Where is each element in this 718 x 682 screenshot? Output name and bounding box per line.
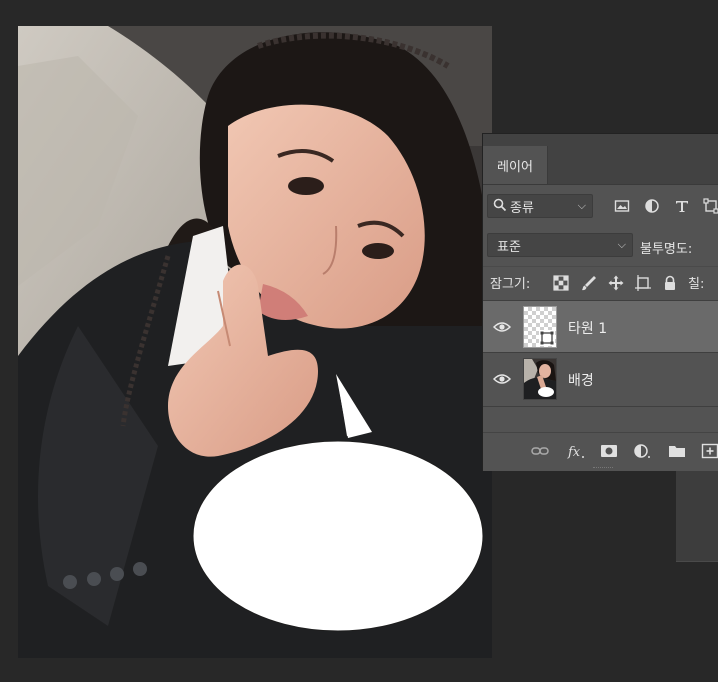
- layer-filter-row: 종류 ⌵: [483, 192, 718, 220]
- layer-name[interactable]: 배경: [568, 370, 594, 390]
- layer-row-ellipse[interactable]: 타원 1: [483, 300, 718, 352]
- lock-transparent-pixels-icon[interactable]: [553, 275, 569, 291]
- add-mask-icon[interactable]: [600, 443, 618, 459]
- layers-panel: 레이어 종류 ⌵ 표준 ⌵ 불투명도: 잠그기: 칠: 타원 1 배경 fx: [482, 133, 718, 471]
- opacity-label: 불투명도:: [640, 242, 693, 257]
- search-icon: [493, 198, 507, 212]
- layers-panel-footer: fx: [483, 432, 718, 469]
- lock-artboard-icon[interactable]: [635, 275, 651, 291]
- svg-text:fx: fx: [567, 445, 581, 459]
- layer-name[interactable]: 타원 1: [568, 318, 607, 338]
- lock-row: 잠그기: 칠:: [483, 266, 718, 295]
- new-layer-icon[interactable]: [701, 443, 718, 459]
- fx-icon[interactable]: fx: [567, 443, 585, 459]
- group-folder-icon[interactable]: [668, 443, 686, 459]
- shape-filter-icon[interactable]: [703, 198, 718, 214]
- shape-layer-badge-icon: [539, 330, 555, 346]
- layer-thumbnail-photo: [523, 358, 557, 400]
- photo-thumbnail-image: [524, 359, 556, 399]
- lock-label: 잠그기:: [490, 277, 531, 292]
- layer-row-background[interactable]: 배경: [483, 352, 718, 404]
- lock-all-icon[interactable]: [662, 275, 678, 291]
- document-canvas[interactable]: [18, 26, 492, 658]
- lock-position-icon[interactable]: [608, 275, 624, 291]
- tab-layers-label: 레이어: [497, 159, 533, 175]
- filter-value: 종류: [510, 200, 534, 216]
- lock-image-pixels-icon[interactable]: [581, 275, 597, 291]
- adjacent-panel-edge: [676, 470, 718, 562]
- adjustment-layer-icon[interactable]: [633, 443, 651, 459]
- layer-kind-filter-select[interactable]: 종류 ⌵: [487, 194, 593, 218]
- fill-label: 칠:: [688, 277, 705, 292]
- chevron-down-icon: ⌵: [577, 199, 586, 212]
- adjustment-filter-icon[interactable]: [644, 198, 660, 214]
- blend-row: 표준 ⌵ 불투명도:: [483, 231, 718, 259]
- layer-thumbnail-shape: [523, 306, 557, 348]
- visibility-eye-icon[interactable]: [493, 372, 511, 386]
- chevron-down-icon: ⌵: [617, 238, 626, 251]
- visibility-eye-icon[interactable]: [493, 320, 511, 334]
- blend-mode-select[interactable]: 표준 ⌵: [487, 233, 633, 257]
- tab-layers[interactable]: 레이어: [483, 146, 548, 184]
- image-filter-icon[interactable]: [614, 198, 630, 214]
- layers-empty-area: [483, 406, 718, 433]
- blend-mode-value: 표준: [497, 239, 521, 255]
- type-filter-icon[interactable]: [674, 198, 690, 214]
- panel-resize-grip[interactable]: [593, 467, 613, 470]
- panel-tab-bar: 레이어: [483, 134, 718, 185]
- link-layers-icon[interactable]: [531, 443, 549, 459]
- canvas-image: [18, 26, 492, 658]
